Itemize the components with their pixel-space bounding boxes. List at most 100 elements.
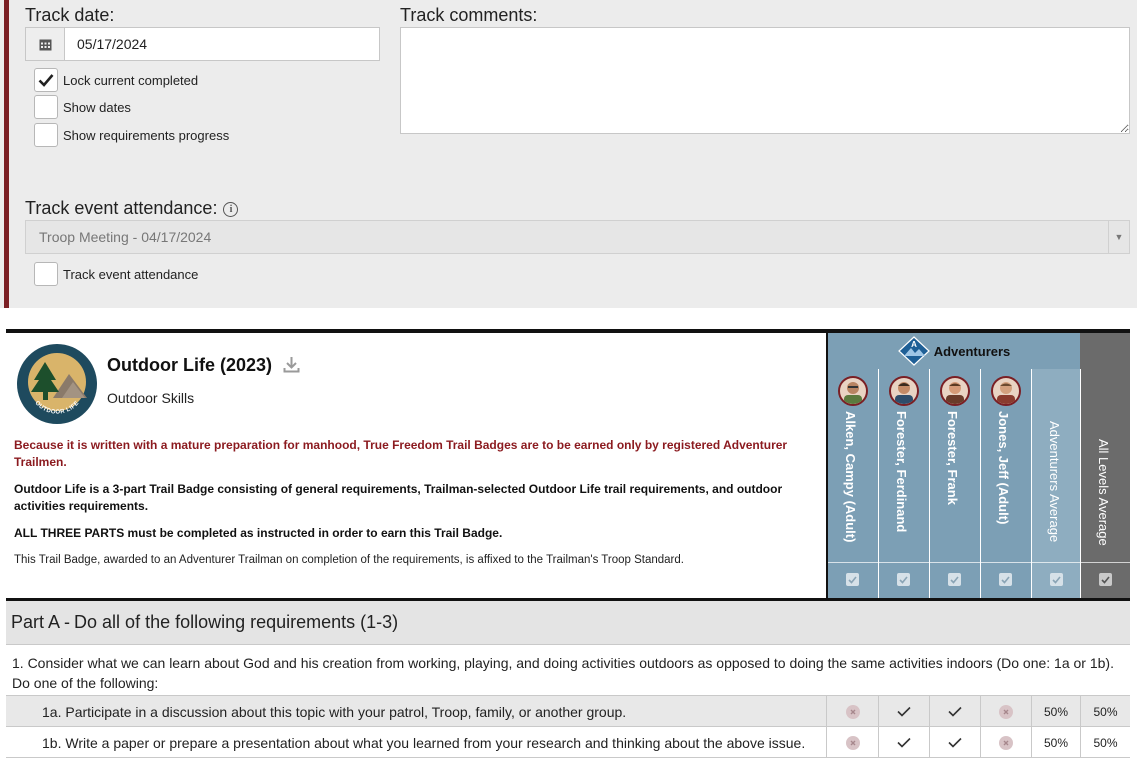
select-column-checkbox[interactable] <box>948 573 961 586</box>
progress-grid-header: A Adventurers Alken, Campy (Adult) Fores… <box>826 333 1130 598</box>
group-average-cell: 50% <box>1031 727 1080 758</box>
divider <box>981 562 1031 563</box>
divider <box>930 562 980 563</box>
lock-completed-label: Lock current completed <box>63 72 199 88</box>
checkmark-icon <box>897 706 911 717</box>
member-name: Forester, Frank <box>945 411 960 505</box>
attendance-label: Track event attendance: <box>25 198 218 218</box>
divider <box>1081 562 1130 563</box>
avatar <box>889 376 919 406</box>
not-completed-icon <box>999 704 1013 719</box>
group-average-column: Adventurers Average <box>1031 369 1080 598</box>
show-dates-option[interactable]: Show dates <box>34 95 131 119</box>
show-progress-label: Show requirements progress <box>63 127 230 143</box>
group-name: Adventurers <box>933 343 1011 359</box>
all-levels-average-column: All Levels Average <box>1080 369 1130 598</box>
lock-completed-checkbox[interactable] <box>34 68 58 92</box>
member-name: Forester, Ferdinand <box>894 411 909 533</box>
badge-award: This Trail Badge, awarded to an Adventur… <box>14 554 684 566</box>
not-completed-icon <box>845 704 860 719</box>
track-attendance-option[interactable]: Track event attendance <box>34 262 198 286</box>
not-completed-icon <box>845 735 860 750</box>
adventurers-logo-icon: A <box>897 336 930 366</box>
status-cell[interactable] <box>878 696 929 727</box>
status-cell[interactable] <box>980 696 1031 727</box>
divider <box>879 562 929 563</box>
select-column-checkbox[interactable] <box>1099 573 1112 586</box>
divider <box>1032 562 1080 563</box>
select-column-checkbox[interactable] <box>999 573 1012 586</box>
show-dates-label: Show dates <box>63 99 131 115</box>
track-comments-label: Track comments: <box>400 5 538 25</box>
track-date-input[interactable] <box>65 28 379 60</box>
member-column[interactable]: Alken, Campy (Adult) <box>826 369 878 598</box>
badge-title: Outdoor Life (2023) <box>107 355 273 375</box>
member-column[interactable]: Forester, Ferdinand <box>878 369 929 598</box>
calendar-icon <box>39 39 51 50</box>
status-cell[interactable] <box>929 696 980 727</box>
requirement-1: 1. Consider what we can learn about God … <box>6 645 1130 696</box>
badge-emphasis: ALL THREE PARTS must be completed as ins… <box>14 526 503 540</box>
checkmark-icon <box>948 737 962 748</box>
badge-title-wrap: Outdoor Life (2023) <box>107 355 300 376</box>
track-comments-textarea[interactable] <box>400 27 1130 134</box>
badge-header: OUTDOOR LIFE Outdoor Life (2023) Outdoor… <box>6 329 1130 601</box>
member-name: Jones, Jeff (Adult) <box>996 411 1011 525</box>
status-cell[interactable] <box>826 727 878 758</box>
all-levels-average-cell: 50% <box>1080 727 1130 758</box>
part-a-header: Part A - Do all of the following require… <box>6 601 1130 645</box>
part-a-prefix: Part A - <box>11 612 71 632</box>
member-column[interactable]: Jones, Jeff (Adult) <box>980 369 1031 598</box>
group-average-label: Adventurers Average <box>1047 421 1062 543</box>
badge-notice: Because it is written with a mature prep… <box>14 438 788 469</box>
checkmark-icon <box>950 575 959 584</box>
status-cell[interactable] <box>929 727 980 758</box>
requirement-label: 1b. Write a paper or prepare a presentat… <box>42 734 806 751</box>
all-levels-band <box>1080 333 1130 369</box>
badge-info: OUTDOOR LIFE Outdoor Life (2023) Outdoor… <box>6 333 826 598</box>
status-cell[interactable] <box>826 696 878 727</box>
show-progress-option[interactable]: Show requirements progress <box>34 123 229 147</box>
divider <box>828 562 878 563</box>
not-completed-icon <box>999 735 1013 750</box>
select-column-checkbox[interactable] <box>846 573 859 586</box>
tracking-settings-panel: Track date: Track comments: Lock current… <box>0 0 1137 308</box>
attendance-heading: Track event attendance: i <box>25 198 239 219</box>
status-cell[interactable] <box>980 727 1031 758</box>
table-row: 1b. Write a paper or prepare a presentat… <box>6 727 1130 758</box>
info-icon[interactable]: i <box>223 202 239 217</box>
checkmark-icon <box>897 737 911 748</box>
table-row: 1a. Participate in a discussion about th… <box>6 696 1130 727</box>
outdoor-life-badge-icon: OUTDOOR LIFE <box>19 346 95 422</box>
event-select[interactable]: Troop Meeting - 04/17/2024 ▼ <box>25 220 1130 254</box>
avatar <box>940 376 970 406</box>
checkmark-icon <box>848 575 857 584</box>
show-progress-checkbox[interactable] <box>34 123 58 147</box>
all-levels-average-label: All Levels Average <box>1096 439 1111 546</box>
checkmark-icon <box>1101 575 1110 584</box>
checkmark-icon <box>948 706 962 717</box>
member-column[interactable]: Forester, Frank <box>929 369 980 598</box>
select-column-checkbox[interactable] <box>1050 573 1063 586</box>
download-icon[interactable] <box>283 356 300 373</box>
chevron-down-icon[interactable]: ▼ <box>1108 221 1129 253</box>
track-date-label: Track date: <box>25 5 115 25</box>
status-cell[interactable] <box>878 727 929 758</box>
select-column-checkbox[interactable] <box>897 573 910 586</box>
group-header: A Adventurers <box>826 333 1080 369</box>
calendar-button[interactable] <box>26 28 65 60</box>
lock-completed-option[interactable]: Lock current completed <box>34 68 198 92</box>
checkmark-icon <box>899 575 908 584</box>
panel-accent-bar <box>4 0 9 308</box>
all-levels-average-cell: 50% <box>1080 696 1130 727</box>
badge-description: Outdoor Life is a 3-part Trail Badge con… <box>14 482 783 513</box>
track-attendance-checkbox[interactable] <box>34 262 58 286</box>
track-date-field <box>25 27 380 61</box>
checkmark-icon <box>1052 575 1061 584</box>
avatar <box>838 376 868 406</box>
show-dates-checkbox[interactable] <box>34 95 58 119</box>
badge-category: Outdoor Skills <box>107 390 195 406</box>
track-attendance-label: Track event attendance <box>63 266 199 282</box>
checkmark-icon <box>1001 575 1010 584</box>
avatar <box>991 376 1021 406</box>
